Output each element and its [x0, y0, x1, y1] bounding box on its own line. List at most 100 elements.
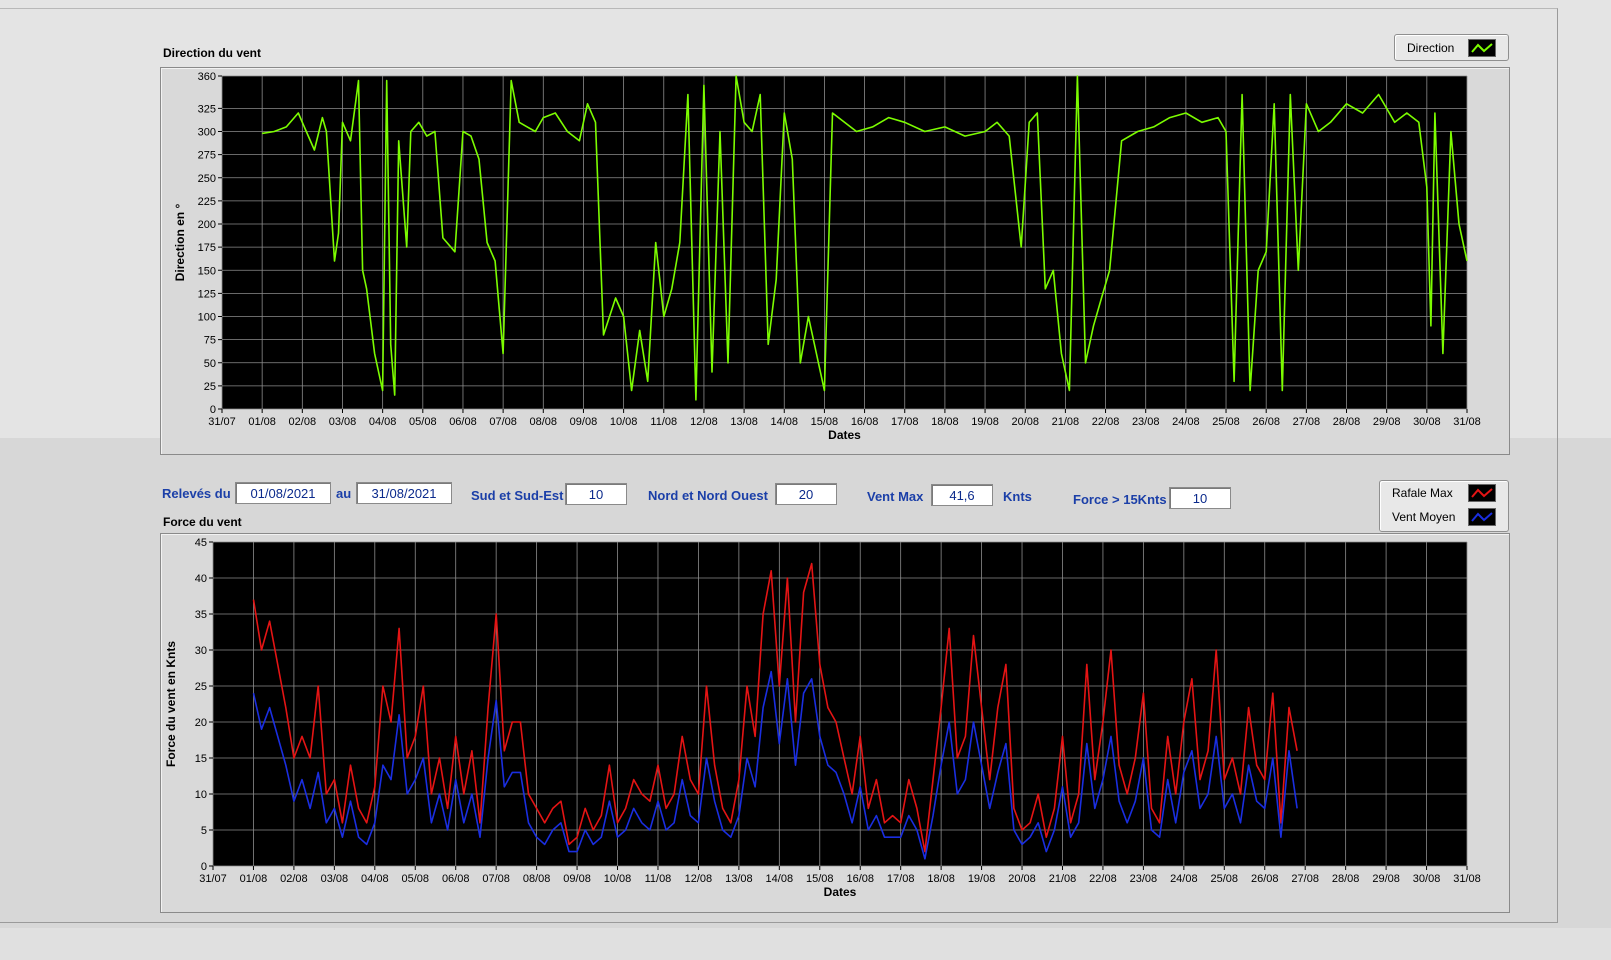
direction-y-tick-label: 250 — [198, 173, 216, 185]
direction-y-axis-label: Direction en ° — [173, 204, 187, 282]
force-x-tick-label: 14/08 — [766, 873, 794, 885]
force-y-tick-label: 0 — [201, 861, 207, 873]
direction-x-tick-label: 29/08 — [1373, 416, 1401, 428]
direction-y-tick-label: 300 — [198, 127, 216, 139]
direction-x-tick-label: 03/08 — [329, 416, 357, 428]
direction-x-tick-label: 12/08 — [690, 416, 718, 428]
legend-swatch-moyen — [1468, 508, 1496, 526]
date-from-field[interactable]: 01/08/2021 — [235, 482, 331, 504]
direction-x-tick-label: 23/08 — [1132, 416, 1160, 428]
direction-chart: 31/07 01/08 02/08 03/08 04/08 05/08 06/08 07/08… — [173, 71, 1481, 442]
direction-x-tick-label: 05/08 — [409, 416, 437, 428]
force-y-tick-label: 15 — [195, 753, 207, 765]
direction-x-tick-label: 19/08 — [971, 416, 999, 428]
direction-y-tick-label: 225 — [198, 196, 216, 208]
force-chart: 31/07 01/08 02/08 03/08 04/08 05/08 06/08 07/08… — [164, 537, 1481, 899]
force-x-tick-label: 08/08 — [523, 873, 551, 885]
direction-x-tick-label: 24/08 — [1172, 416, 1200, 428]
direction-x-tick-label: 01/08 — [248, 416, 276, 428]
force-x-tick-label: 22/08 — [1089, 873, 1117, 885]
force-x-tick-label: 05/08 — [401, 873, 429, 885]
direction-x-tick-label: 17/08 — [891, 416, 919, 428]
direction-x-tick-label: 30/08 — [1413, 416, 1441, 428]
force-x-tick-label: 30/08 — [1413, 873, 1441, 885]
direction-y-tick-label: 25 — [204, 381, 216, 393]
legend-label-moyen: Vent Moyen — [1392, 510, 1456, 524]
force-y-axis-label: Force du vent en Knts — [164, 641, 178, 767]
direction-y-tick-label: 175 — [198, 242, 216, 254]
vent-max-label: Vent Max — [867, 489, 924, 504]
au-label: au — [336, 486, 352, 501]
force-x-tick-label: 24/08 — [1170, 873, 1198, 885]
force-y-tick-label: 10 — [195, 789, 207, 801]
force-x-tick-label: 12/08 — [685, 873, 713, 885]
force-y-tick-label: 20 — [195, 717, 207, 729]
direction-x-axis-label: Dates — [828, 428, 861, 442]
legend-item-rafale: Rafale Max — [1380, 481, 1508, 505]
direction-y-tick-label: 325 — [198, 103, 216, 115]
direction-plot-area — [222, 76, 1467, 409]
direction-x-tick-label: 18/08 — [931, 416, 959, 428]
force-x-tick-label: 02/08 — [280, 873, 308, 885]
force-x-tick-label: 23/08 — [1130, 873, 1158, 885]
force-x-tick-label: 09/08 — [563, 873, 591, 885]
direction-x-tick-label: 26/08 — [1252, 416, 1280, 428]
legend-item-direction: Direction — [1395, 35, 1508, 60]
direction-x-tick-label: 31/08 — [1453, 416, 1481, 428]
direction-y-tick-label: 50 — [204, 358, 216, 370]
legend-item-moyen: Vent Moyen — [1380, 505, 1508, 529]
legend-label-rafale: Rafale Max — [1392, 486, 1453, 500]
direction-y-tick-label: 150 — [198, 265, 216, 277]
direction-x-tick-label: 25/08 — [1212, 416, 1240, 428]
direction-x-tick-label: 06/08 — [449, 416, 477, 428]
date-to-field[interactable]: 31/08/2021 — [356, 482, 452, 504]
direction-x-tick-label: 14/08 — [770, 416, 798, 428]
force-x-axis-label: Dates — [824, 885, 857, 899]
force-x-tick-label: 15/08 — [806, 873, 834, 885]
legend-swatch-rafale — [1468, 484, 1496, 502]
direction-chart-frame: 31/07 01/08 02/08 03/08 04/08 05/08 06/08 07/08… — [160, 67, 1510, 455]
direction-x-tick-label: 13/08 — [730, 416, 758, 428]
direction-x-tick-label: 20/08 — [1011, 416, 1039, 428]
nord-nord-ouest-label: Nord et Nord Ouest — [648, 488, 768, 503]
force-x-tick-label: 20/08 — [1008, 873, 1036, 885]
direction-y-tick-label: 100 — [198, 312, 216, 324]
force-x-tick-label: 10/08 — [604, 873, 632, 885]
force-y-tick-label: 30 — [195, 645, 207, 657]
direction-y-tick-label: 125 — [198, 288, 216, 300]
force-y-tick-label: 25 — [195, 681, 207, 693]
force-x-tick-label: 03/08 — [321, 873, 349, 885]
force-x-tick-label: 21/08 — [1049, 873, 1077, 885]
sud-sud-est-field[interactable]: 10 — [565, 483, 627, 505]
force-x-tick-label: 06/08 — [442, 873, 470, 885]
sud-sud-est-label: Sud et Sud-Est — [471, 488, 564, 503]
direction-x-tick-label: 22/08 — [1092, 416, 1120, 428]
direction-x-tick-label: 21/08 — [1052, 416, 1080, 428]
direction-y-tick-label: 200 — [198, 219, 216, 231]
direction-legend: Direction — [1394, 34, 1509, 61]
force-x-tick-label: 28/08 — [1332, 873, 1360, 885]
direction-x-tick-label: 10/08 — [610, 416, 638, 428]
force-15-label: Force > 15Knts — [1073, 492, 1167, 507]
direction-x-tick-label: 31/07 — [208, 416, 236, 428]
nord-nord-ouest-field[interactable]: 20 — [775, 483, 837, 505]
direction-y-tick-label: 275 — [198, 150, 216, 162]
direction-x-tick-label: 07/08 — [489, 416, 517, 428]
force-x-tick-label: 07/08 — [482, 873, 510, 885]
force-x-tick-label: 16/08 — [846, 873, 874, 885]
direction-y-tick-label: 360 — [198, 71, 216, 83]
legend-label-direction: Direction — [1407, 40, 1455, 55]
force-x-tick-label: 01/08 — [240, 873, 268, 885]
force-y-tick-label: 45 — [195, 537, 207, 549]
force-x-tick-label: 29/08 — [1372, 873, 1400, 885]
force-y-tick-label: 40 — [195, 573, 207, 585]
direction-y-tick-label: 75 — [204, 335, 216, 347]
vent-max-field[interactable]: 41,6 — [931, 484, 993, 506]
force-x-tick-label: 25/08 — [1211, 873, 1239, 885]
releves-label: Relevés du — [162, 486, 231, 501]
force-15-field[interactable]: 10 — [1169, 487, 1231, 509]
knts-label: Knts — [1003, 489, 1032, 504]
force-x-tick-label: 17/08 — [887, 873, 915, 885]
legend-swatch-direction — [1468, 38, 1496, 57]
direction-chart-title: Direction du vent — [163, 46, 262, 60]
